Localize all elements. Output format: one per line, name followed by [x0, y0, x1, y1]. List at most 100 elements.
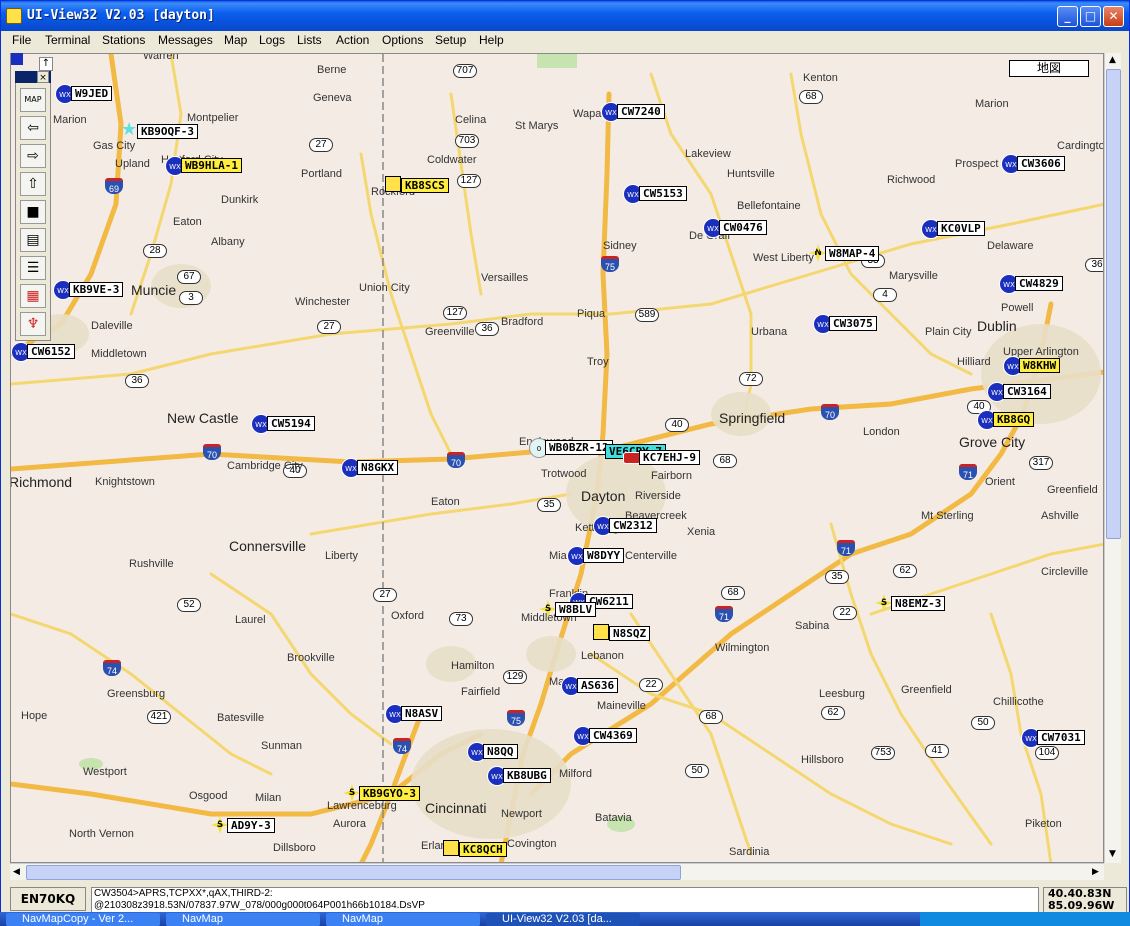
station-callsign: KC8QCH: [459, 842, 507, 857]
calendar-icon[interactable]: ▦: [20, 284, 46, 308]
station-callsign: W8BLV: [555, 602, 597, 617]
route-shield: 753: [871, 746, 895, 760]
place-label: Trotwood: [541, 468, 587, 480]
menu-terminal[interactable]: Terminal: [45, 33, 90, 47]
station-callsign: KB8GQ: [993, 412, 1035, 427]
place-label: Cardington: [1057, 140, 1103, 152]
vertical-scroll-thumb[interactable]: [1106, 69, 1121, 539]
forward-arrow-icon[interactable]: ⇨: [20, 144, 46, 168]
close-button[interactable]: ✕: [1103, 6, 1124, 27]
taskbar-item[interactable]: NavMap: [166, 913, 320, 926]
route-shield: 52: [177, 598, 201, 612]
scroll-left-icon[interactable]: ◀: [13, 867, 20, 877]
map-select-icon[interactable]: MAP: [20, 88, 46, 112]
place-label: Celina: [455, 114, 487, 126]
map-view[interactable]: 地図 707 68 27 703 127 69 28 67 3 33 4 36 …: [10, 53, 1104, 863]
menu-logs[interactable]: Logs: [259, 33, 285, 47]
place-label: Muncie: [131, 282, 177, 298]
station-callsign: KB8UBG: [503, 768, 551, 783]
map-corner-button[interactable]: 地図: [1009, 60, 1089, 77]
place-label: Portland: [301, 168, 342, 180]
place-label: Liberty: [325, 550, 359, 562]
station-callsign: CW3606: [1017, 156, 1065, 171]
menu-help[interactable]: Help: [479, 33, 504, 47]
place-label: Batesville: [217, 712, 265, 724]
menu-file[interactable]: File: [12, 33, 31, 47]
place-label: Batavia: [595, 812, 632, 824]
place-label: Hilliard: [957, 356, 991, 368]
map-toolbar: MAP ⇦ ⇨ ⇧ ■ ▤ ☰ ▦ ♆: [15, 71, 51, 341]
horizontal-scroll-thumb[interactable]: [26, 865, 681, 880]
menu-messages[interactable]: Messages: [158, 33, 213, 47]
raw-packet-log[interactable]: CW3504>APRS,TCPXX*,qAX,THIRD-2: @210308z…: [91, 887, 1039, 913]
menu-lists[interactable]: Lists: [297, 33, 322, 47]
place-label: London: [863, 426, 900, 438]
menu-action[interactable]: Action: [336, 33, 369, 47]
system-tray[interactable]: [920, 912, 1130, 926]
place-label: Lebanon: [581, 650, 624, 662]
place-label: Aurora: [333, 818, 367, 830]
place-label: Connersville: [229, 538, 307, 554]
route-shield: 421: [147, 710, 171, 724]
station-callsign: CW4829: [1015, 276, 1063, 291]
title-bar[interactable]: UI-View32 V2.03 [dayton] _ □ ✕: [1, 1, 1129, 31]
place-label: Osgood: [189, 790, 228, 802]
station-callsign: KB9OQF-3: [137, 124, 198, 139]
stop-icon[interactable]: ■: [20, 200, 46, 224]
list-icon[interactable]: ☰: [20, 256, 46, 280]
place-label: Dunkirk: [221, 194, 259, 206]
place-label: Kenton: [803, 72, 838, 84]
interstate-shield: 69: [105, 178, 123, 194]
menu-bar: File Terminal Stations Messages Map Logs…: [1, 31, 1129, 51]
station-callsign: KC7EHJ-9: [639, 450, 700, 465]
main-window: UI-View32 V2.03 [dayton] _ □ ✕ File Term…: [0, 0, 1130, 913]
station-callsign: N8ASV: [401, 706, 443, 721]
station-callsign: CW4369: [589, 728, 637, 743]
route-shield: 703: [455, 134, 479, 148]
route-shield: 68: [713, 454, 737, 468]
map-corner-marker: [11, 53, 23, 65]
place-label: Springfield: [719, 410, 786, 426]
place-label: Bradford: [501, 316, 544, 328]
menu-map[interactable]: Map: [224, 33, 247, 47]
station-callsign: CW3075: [829, 316, 877, 331]
place-label: Troy: [587, 356, 609, 368]
antenna-icon[interactable]: ♆: [20, 312, 46, 336]
place-label: North Vernon: [69, 828, 134, 840]
toolbar-close-icon[interactable]: ×: [37, 71, 49, 83]
station-callsign: W8DYY: [583, 548, 625, 563]
taskbar-item[interactable]: NavMapCopy - Ver 2...: [6, 913, 160, 926]
app-icon[interactable]: [6, 8, 22, 24]
taskbar-item[interactable]: NavMap: [326, 913, 480, 926]
station-callsign: KB9VE-3: [69, 282, 124, 297]
up-arrow-icon[interactable]: ⇧: [20, 172, 46, 196]
station-callsign: CW5194: [267, 416, 315, 431]
maximize-button[interactable]: □: [1080, 6, 1101, 27]
route-shield: 68: [721, 586, 745, 600]
station-callsign: KC0VLP: [937, 221, 985, 236]
route-shield: 36: [125, 374, 149, 388]
minimize-button[interactable]: _: [1057, 6, 1078, 27]
place-label: Prospect: [955, 158, 999, 170]
terminal-icon[interactable]: ▤: [20, 228, 46, 252]
scroll-up-icon[interactable]: ▲: [1109, 55, 1116, 65]
station-callsign: W8MAP-4: [825, 246, 880, 261]
route-shield: 40: [665, 418, 689, 432]
back-arrow-icon[interactable]: ⇦: [20, 116, 46, 140]
place-label: Sunman: [261, 740, 302, 752]
place-label: Milford: [559, 768, 593, 780]
scroll-down-icon[interactable]: ▼: [1109, 849, 1116, 859]
horizontal-scrollbar[interactable]: ◀ ▶: [10, 863, 1104, 880]
taskbar: NavMapCopy - Ver 2... NavMap NavMap UI-V…: [0, 912, 1130, 926]
vertical-scrollbar[interactable]: ▲ ▼: [1104, 53, 1121, 863]
taskbar-item-active[interactable]: UI-View32 V2.03 [da...: [486, 913, 640, 926]
place-label: Laurel: [235, 614, 266, 626]
menu-options[interactable]: Options: [382, 33, 423, 47]
station-callsign: KB8SCS: [401, 178, 449, 193]
place-label: Newport: [501, 808, 542, 820]
route-shield: 35: [537, 498, 561, 512]
menu-stations[interactable]: Stations: [102, 33, 145, 47]
menu-setup[interactable]: Setup: [435, 33, 466, 47]
scroll-right-icon[interactable]: ▶: [1092, 867, 1099, 877]
toolbar-scroll-icon[interactable]: ↑: [39, 57, 53, 71]
